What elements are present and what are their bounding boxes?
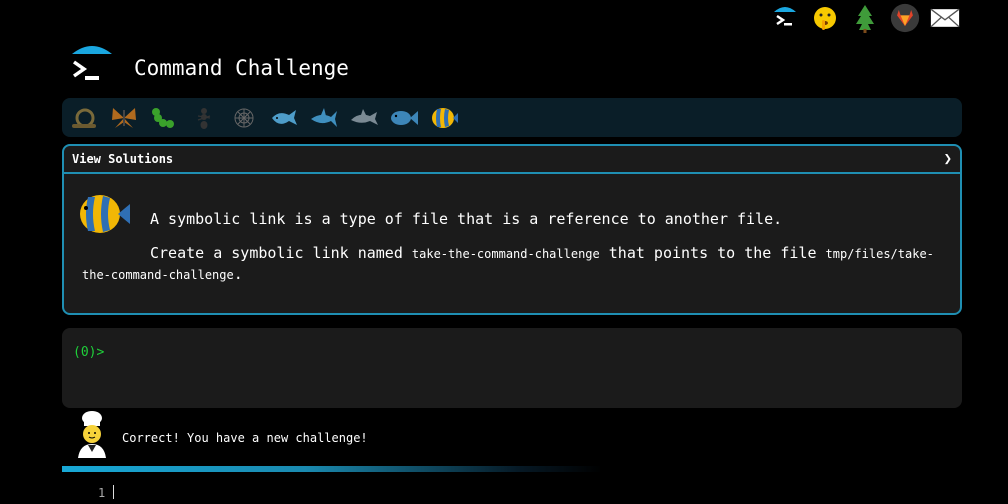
chef-avatar [74,410,110,458]
top-nav [770,0,960,36]
whale-icon[interactable] [268,102,300,134]
level-bar [62,98,962,137]
instruction-text: . [233,265,243,283]
spider-web-icon[interactable] [228,102,260,134]
terminal-output[interactable]: (0)> [62,328,962,408]
challenge-description: A symbolic link is a type of file that i… [150,210,783,228]
fish-icon[interactable] [388,102,420,134]
terminal-icon[interactable] [770,3,800,33]
instruction-text: that points to the file [599,244,826,262]
challenge-panel: View Solutions ❯ A symbolic link is a ty… [62,144,962,315]
page-title: Command Challenge [134,56,349,80]
instruction-text: Create a symbolic link named [150,244,412,262]
tropical-fish-icon[interactable] [428,102,460,134]
shush-face-icon[interactable] [810,3,840,33]
view-solutions-toggle[interactable]: View Solutions ❯ [64,146,960,174]
gitlab-icon[interactable] [890,3,920,33]
command-input-cursor[interactable] [113,485,114,499]
dolphin-icon[interactable] [348,102,380,134]
line-number: 1 [98,486,106,500]
shark-icon[interactable] [308,102,340,134]
caterpillar-icon[interactable] [148,102,180,134]
logo-terminal-icon[interactable] [70,42,114,88]
ant-icon[interactable] [188,102,220,134]
mail-icon[interactable] [930,3,960,33]
challenge-instruction: Create a symbolic link named take-the-co… [82,243,942,285]
chevron-right-icon: ❯ [943,151,952,167]
terminal-prompt: (0)> [73,345,105,360]
link-name-code: take-the-command-challenge [411,247,600,261]
tropical-fish-icon [76,190,132,238]
result-message: Correct! You have a new challenge! [122,431,368,445]
view-solutions-label: View Solutions [72,152,174,166]
tree-icon[interactable] [850,3,880,33]
progress-bar [62,466,602,472]
butterfly-icon[interactable] [108,102,140,134]
snail-icon[interactable] [68,102,100,134]
